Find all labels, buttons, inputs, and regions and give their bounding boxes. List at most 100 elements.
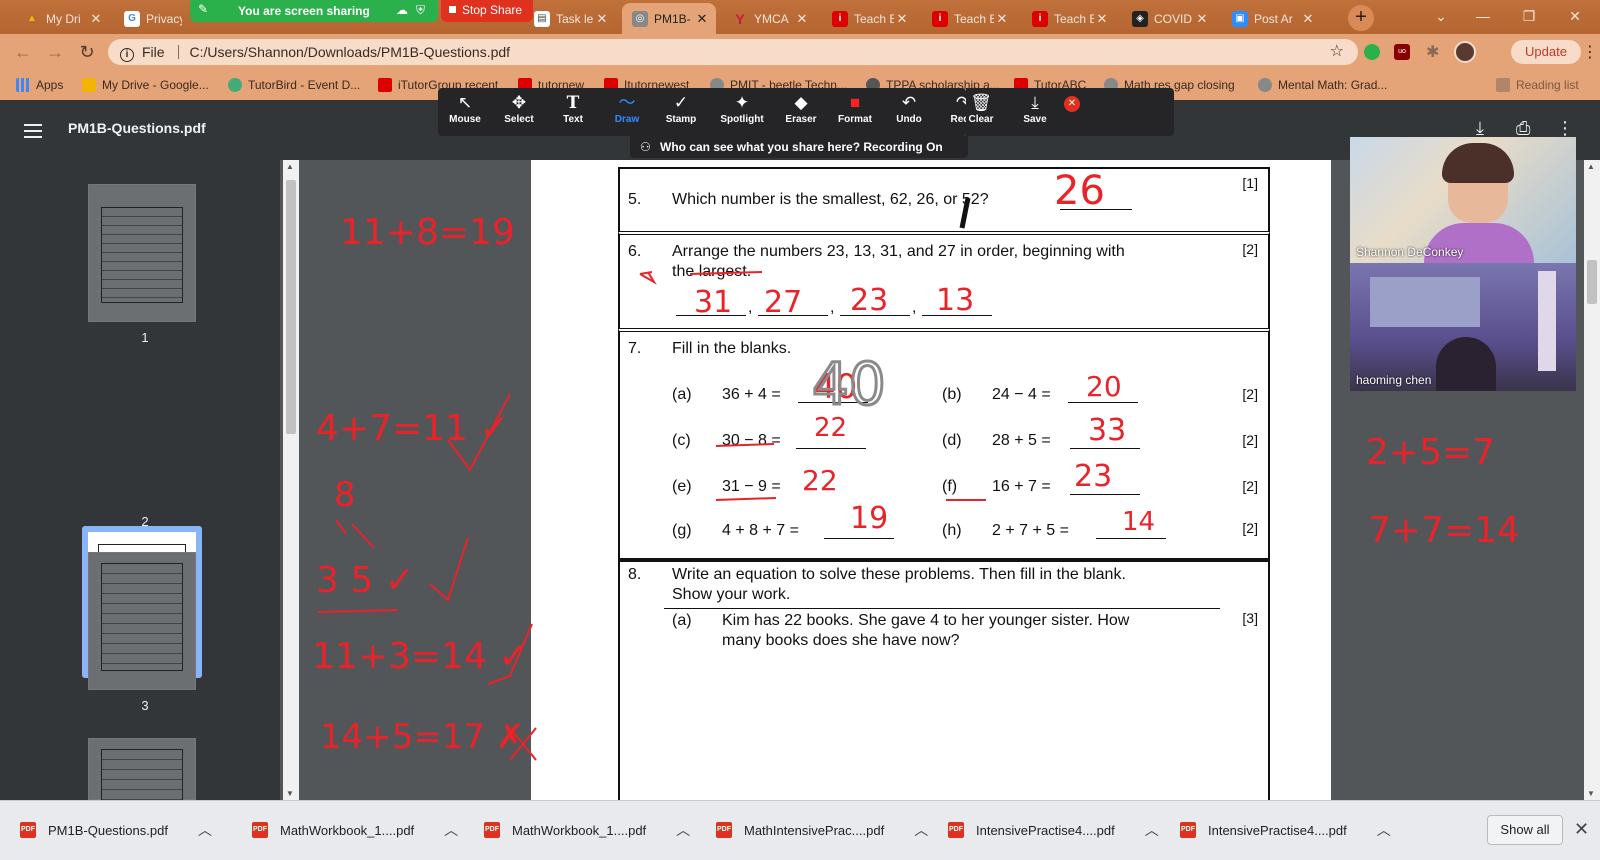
tool-undo[interactable]: ↶ Undo xyxy=(884,92,934,132)
reading-list[interactable]: Reading list xyxy=(1496,76,1579,94)
scroll-down-icon[interactable]: ▼ xyxy=(1587,789,1595,798)
answer-blank xyxy=(1096,538,1166,539)
show-all-button[interactable]: Show all xyxy=(1487,815,1563,845)
close-downloads-icon[interactable]: ✕ xyxy=(1574,819,1589,840)
pdf-file-icon: PDF xyxy=(252,822,268,838)
info-icon[interactable]: i xyxy=(120,48,134,62)
stop-share-button[interactable]: Stop Share xyxy=(441,0,533,22)
scroll-up-icon[interactable]: ▲ xyxy=(286,162,294,171)
zoom-icon: ▣ xyxy=(1232,10,1248,27)
close-window-icon[interactable]: ✕ xyxy=(1552,0,1598,34)
tool-select[interactable]: ✥ Select xyxy=(494,92,544,132)
chevron-up-icon[interactable]: ︿ xyxy=(1377,820,1391,840)
page-scrollbar[interactable]: ▲ ▼ xyxy=(1584,160,1600,800)
chevron-up-icon[interactable]: ︿ xyxy=(676,820,690,840)
bookmark-tutorbird[interactable]: TutorBird - Event D... xyxy=(228,76,360,94)
tool-label: Undo xyxy=(896,114,922,125)
close-tab-icon[interactable]: ✕ xyxy=(88,11,104,27)
bookmark-star-icon[interactable]: ☆ xyxy=(1330,39,1344,65)
chevron-up-icon[interactable]: ︿ xyxy=(444,820,458,840)
tab-task[interactable]: ▤ Task le ✕ xyxy=(524,3,616,34)
extension-green-icon[interactable] xyxy=(1364,44,1380,60)
tab-ymca[interactable]: Y YMCA ✕ xyxy=(722,3,816,34)
bookmark-mental-math[interactable]: Mental Math: Grad... xyxy=(1258,76,1387,94)
scroll-down-icon[interactable]: ▼ xyxy=(286,789,294,798)
chevron-up-icon[interactable]: ︿ xyxy=(914,820,928,840)
page-thumbnail-3[interactable] xyxy=(88,552,196,690)
chevron-up-icon[interactable]: ︿ xyxy=(198,820,212,840)
answer-blank xyxy=(1070,448,1140,449)
close-annotation-icon[interactable]: ✕ xyxy=(1064,96,1080,112)
chevron-up-icon[interactable]: ︿ xyxy=(1145,820,1159,840)
page-scroll-thumb[interactable] xyxy=(1587,260,1597,304)
tool-text[interactable]: T Text xyxy=(548,92,598,132)
ublock-icon[interactable]: uo xyxy=(1394,44,1410,60)
close-tab-icon[interactable]: ✕ xyxy=(1300,11,1316,27)
recording-notice[interactable]: ⚇ Who can see what you share here? Recor… xyxy=(630,136,968,158)
bookmark-apps[interactable]: Apps xyxy=(16,76,63,94)
more-options-icon[interactable]: ⋮ xyxy=(1556,118,1574,139)
download-item[interactable]: PDF MathWorkbook_1....pdf ︿ xyxy=(252,815,458,845)
tool-clear[interactable]: 🗑 Clear xyxy=(956,92,1006,132)
question-marks: [2] xyxy=(1242,241,1258,257)
tool-mouse[interactable]: ↖ Mouse xyxy=(440,92,490,132)
page-thumbnail-1[interactable] xyxy=(88,184,196,322)
reload-icon[interactable]: ↻ xyxy=(76,42,98,64)
tab-post[interactable]: ▣ Post Ar ✕ xyxy=(1222,3,1322,34)
more-menu-icon[interactable]: ⋮ xyxy=(1582,42,1598,62)
close-tab-icon[interactable]: ✕ xyxy=(694,11,710,27)
tab-teach-1[interactable]: i Teach E ✕ xyxy=(822,3,916,34)
update-button[interactable]: Update xyxy=(1511,40,1581,64)
menu-icon[interactable] xyxy=(24,124,42,138)
tool-stamp[interactable]: ✓ Stamp xyxy=(656,92,706,132)
close-tab-icon[interactable]: ✕ xyxy=(1094,11,1110,27)
sidebar-scroll-thumb[interactable] xyxy=(286,180,296,434)
download-item[interactable]: PDF MathIntensivePrac....pdf ︿ xyxy=(716,815,928,845)
tool-eraser[interactable]: ◆ Eraser xyxy=(776,92,826,132)
minimize-icon[interactable]: — xyxy=(1460,0,1506,34)
restore-icon[interactable]: ❐ xyxy=(1506,0,1552,34)
print-icon[interactable]: ⎙ xyxy=(1516,118,1530,139)
profile-avatar[interactable] xyxy=(1454,41,1476,63)
url-field[interactable]: i File C:/Users/Shannon/Downloads/PM1B-Qu… xyxy=(108,39,1358,65)
apps-grid-icon xyxy=(16,78,30,92)
close-tab-icon[interactable]: ✕ xyxy=(594,11,610,27)
tab-covid[interactable]: ◈ COVID ✕ xyxy=(1122,3,1216,34)
url-path: C:/Users/Shannon/Downloads/PM1B-Question… xyxy=(189,44,511,60)
itutor-icon: i xyxy=(1032,10,1048,27)
download-icon[interactable]: ⤓ xyxy=(1476,118,1484,139)
tool-save[interactable]: ⤓ Save xyxy=(1010,92,1060,132)
video-tile-student[interactable]: haoming chen xyxy=(1350,263,1576,391)
download-item[interactable]: PDF IntensivePractise4....pdf ︿ xyxy=(948,815,1159,845)
pdf-file-icon: PDF xyxy=(20,822,36,838)
tab-my-drive[interactable]: ▲ My Dri ✕ xyxy=(14,3,110,34)
tab-teach-2[interactable]: i Teach E ✕ xyxy=(922,3,1016,34)
sidebar-scrollbar[interactable]: ▲ ▼ xyxy=(283,160,299,800)
tool-draw[interactable]: 〜 Draw xyxy=(602,92,652,132)
download-item[interactable]: PDF PM1B-Questions.pdf ︿ xyxy=(20,815,212,845)
video-tile-host[interactable]: Shannon DeConkey xyxy=(1350,137,1576,263)
bookmark-label: Apps xyxy=(36,78,64,92)
tab-privacy[interactable]: G Privacy xyxy=(114,3,188,34)
tab-teach-3[interactable]: i Teach E ✕ xyxy=(1022,3,1116,34)
checkmark-icon: ✓ xyxy=(673,93,689,112)
extensions-puzzle-icon[interactable]: ✱ xyxy=(1426,42,1439,62)
close-tab-icon[interactable]: ✕ xyxy=(1194,11,1210,27)
forward-icon[interactable]: → xyxy=(44,42,66,64)
scroll-up-icon[interactable]: ▲ xyxy=(1587,162,1595,171)
close-tab-icon[interactable]: ✕ xyxy=(994,11,1010,27)
download-item[interactable]: PDF MathWorkbook_1....pdf ︿ xyxy=(484,815,690,845)
tab-pm1b-active[interactable]: ◎ PM1B- ✕ xyxy=(622,3,716,34)
close-tab-icon[interactable]: ✕ xyxy=(894,11,910,27)
question-text-line1: Write an equation to solve these problem… xyxy=(672,566,1126,583)
tool-spotlight[interactable]: ✦ Spotlight xyxy=(714,92,770,132)
format-color-icon: ■ xyxy=(849,93,861,112)
new-tab-button[interactable]: + xyxy=(1348,5,1374,31)
close-tab-icon[interactable]: ✕ xyxy=(794,11,810,27)
tab-search-icon[interactable]: ⌄ xyxy=(1418,0,1464,34)
bookmark-my-drive[interactable]: My Drive - Google... xyxy=(82,76,209,94)
page-thumbnail-4[interactable] xyxy=(88,738,196,801)
tool-format[interactable]: ■ Format xyxy=(830,92,880,132)
back-icon[interactable]: ← xyxy=(12,42,34,64)
download-item[interactable]: PDF IntensivePractise4....pdf ︿ xyxy=(1180,815,1391,845)
